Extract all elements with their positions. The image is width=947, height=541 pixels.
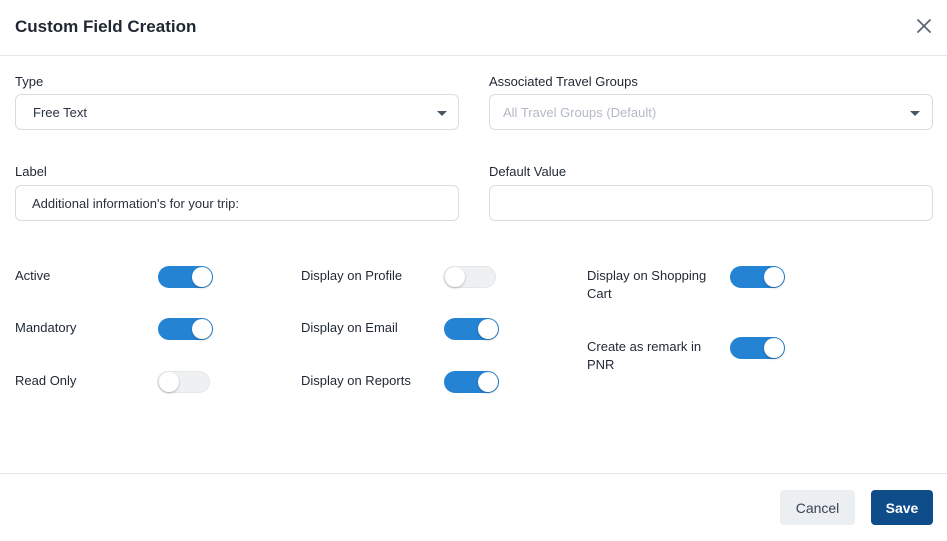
toggle-knob	[764, 338, 784, 358]
modal-header: Custom Field Creation	[0, 0, 947, 56]
active-toggle[interactable]	[158, 266, 213, 288]
close-button[interactable]	[913, 15, 935, 37]
label-input[interactable]	[16, 186, 458, 220]
display-reports-toggle[interactable]	[444, 371, 499, 393]
cancel-button[interactable]: Cancel	[780, 490, 855, 525]
default-value-label: Default Value	[489, 164, 567, 179]
chevron-down-icon	[910, 111, 920, 116]
modal-footer: Cancel Save	[0, 473, 947, 541]
display-reports-label: Display on Reports	[301, 373, 411, 388]
travel-groups-label: Associated Travel Groups	[489, 74, 638, 89]
toggle-knob	[478, 372, 498, 392]
chevron-down-icon	[437, 111, 447, 116]
travel-groups-placeholder: All Travel Groups (Default)	[503, 105, 657, 120]
type-label: Type	[15, 74, 44, 89]
label-input-box	[15, 185, 459, 221]
toggle-knob	[192, 267, 212, 287]
close-icon	[917, 19, 931, 33]
type-select[interactable]: Free Text	[15, 94, 459, 130]
display-email-toggle[interactable]	[444, 318, 499, 340]
read-only-label: Read Only	[15, 373, 77, 388]
default-value-input-box	[489, 185, 933, 221]
display-profile-label: Display on Profile	[301, 268, 403, 283]
display-cart-toggle[interactable]	[730, 266, 785, 288]
travel-groups-select[interactable]: All Travel Groups (Default)	[489, 94, 933, 130]
remark-pnr-toggle[interactable]	[730, 337, 785, 359]
toggle-knob	[159, 372, 179, 392]
default-value-input[interactable]	[490, 186, 932, 220]
save-button[interactable]: Save	[871, 490, 933, 525]
label-field-label: Label	[15, 164, 47, 179]
toggle-knob	[478, 319, 498, 339]
display-email-label: Display on Email	[301, 320, 398, 335]
custom-field-modal: Custom Field Creation Type Free Text Ass…	[0, 0, 947, 541]
read-only-toggle[interactable]	[157, 371, 210, 393]
toggle-knob	[764, 267, 784, 287]
modal-title: Custom Field Creation	[15, 17, 197, 36]
display-profile-toggle[interactable]	[443, 266, 496, 288]
display-cart-label: Display on Shopping Cart	[587, 268, 707, 301]
mandatory-toggle[interactable]	[158, 318, 213, 340]
mandatory-label: Mandatory	[15, 320, 77, 335]
toggle-knob	[192, 319, 212, 339]
toggle-knob	[445, 267, 465, 287]
active-label: Active	[15, 268, 51, 283]
remark-pnr-label: Create as remark in PNR	[587, 339, 702, 372]
type-select-value: Free Text	[33, 105, 87, 120]
